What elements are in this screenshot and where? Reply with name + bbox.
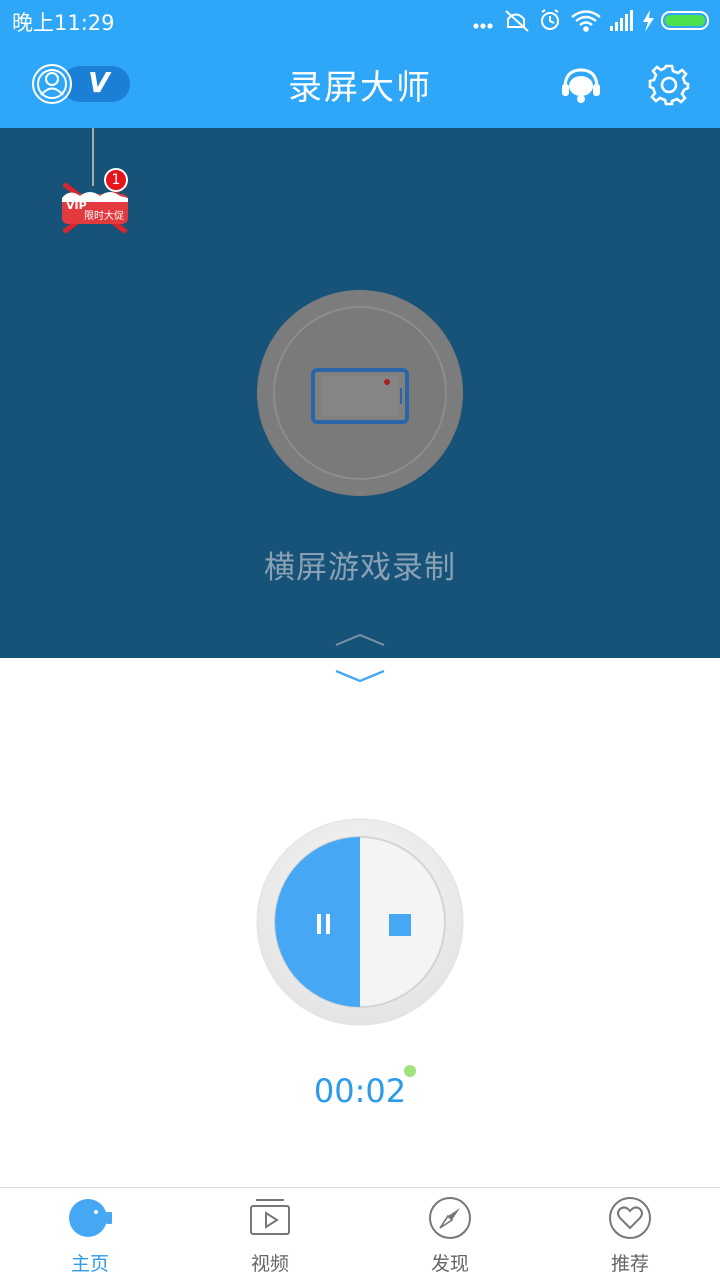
tab-recommend[interactable]: 推荐	[540, 1188, 720, 1281]
battery-icon	[661, 11, 709, 30]
landscape-phone-icon	[257, 290, 463, 496]
status-bar: 晚上11:29	[0, 0, 720, 40]
status-time: 晚上11:29	[12, 11, 115, 35]
mute-icon	[505, 10, 529, 32]
recording-status-dot	[404, 1065, 416, 1077]
tab-videos-label: 视频	[250, 1253, 289, 1275]
signal-icon	[610, 10, 633, 31]
tab-home-label: 主页	[70, 1253, 109, 1275]
chevron-up-icon[interactable]	[334, 632, 386, 648]
video-play-icon	[250, 1199, 290, 1235]
recording-mode-panel: VIP 限时大促 1 横屏游戏录制	[0, 128, 720, 658]
customer-service-button[interactable]	[560, 64, 602, 106]
tab-videos[interactable]: 视频	[180, 1188, 360, 1281]
camera-icon	[69, 1199, 112, 1237]
app-title: 录屏大师	[288, 68, 432, 108]
landscape-record-button[interactable]	[257, 290, 463, 496]
recording-mode-label: 横屏游戏录制	[264, 550, 456, 586]
gear-icon	[648, 64, 690, 106]
tab-discover[interactable]: 发现	[360, 1188, 540, 1281]
pause-button[interactable]	[276, 837, 360, 1007]
status-icons	[473, 9, 709, 32]
stop-button[interactable]	[360, 837, 444, 1007]
headset-icon	[562, 68, 600, 103]
bottom-tab-bar: 主页 视频 发现 推荐	[0, 1187, 720, 1281]
wifi-icon	[571, 10, 601, 32]
notification-badge: 1	[104, 168, 128, 192]
compass-icon	[429, 1197, 471, 1239]
tab-home[interactable]: 主页	[0, 1188, 180, 1281]
promo-offer-text: 限时大促	[84, 211, 124, 222]
settings-button[interactable]	[648, 64, 690, 106]
vip-promo[interactable]: VIP 限时大促 1	[58, 128, 132, 234]
pause-icon	[317, 914, 330, 934]
recorder-panel: 00:02	[0, 658, 720, 1188]
chevron-down-icon[interactable]	[334, 668, 386, 684]
heart-icon	[609, 1197, 651, 1239]
recording-timer: 00:02	[313, 1072, 407, 1110]
tab-recommend-label: 推荐	[610, 1253, 649, 1275]
tab-discover-label: 发现	[430, 1253, 469, 1275]
charging-icon	[643, 10, 654, 32]
more-dots-icon	[473, 23, 493, 29]
record-control	[256, 818, 464, 1026]
alarm-icon	[541, 9, 559, 30]
stop-icon	[389, 914, 411, 936]
app-bar: V 录屏大师	[0, 40, 720, 128]
